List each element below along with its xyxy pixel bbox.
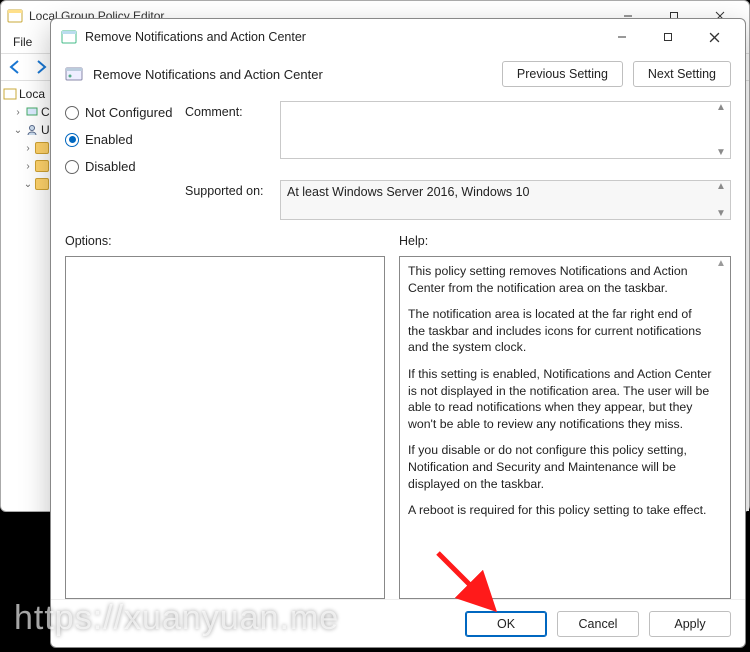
scroll-up-icon: ▲ xyxy=(716,181,726,192)
dialog-maximize-button[interactable] xyxy=(645,21,691,53)
scroll-up-icon: ▲ xyxy=(716,102,726,113)
dialog-header: Remove Notifications and Action Center P… xyxy=(51,55,745,97)
computer-config-icon xyxy=(25,105,39,119)
help-paragraph: This policy setting removes Notification… xyxy=(408,263,712,296)
help-paragraph: If you disable or do not configure this … xyxy=(408,442,712,492)
options-label: Options: xyxy=(65,234,385,248)
dialog-minimize-button[interactable] xyxy=(599,21,645,53)
folder-icon xyxy=(35,142,49,154)
folder-icon xyxy=(35,160,49,172)
user-config-icon xyxy=(25,123,39,137)
help-paragraph: If this setting is enabled, Notification… xyxy=(408,366,712,432)
gpedit-tree[interactable]: Loca ›C ⌄U › › ⌄ xyxy=(1,81,57,511)
policy-dialog: Remove Notifications and Action Center R… xyxy=(50,18,746,648)
scroll-down-icon: ▼ xyxy=(716,208,726,219)
comment-scrollbar[interactable]: ▲▼ xyxy=(712,102,730,158)
radio-dot-icon xyxy=(65,133,79,147)
cancel-button[interactable]: Cancel xyxy=(557,611,639,637)
tree-node-3[interactable]: › xyxy=(3,139,54,157)
tree-node-u[interactable]: ⌄U xyxy=(3,121,54,139)
dialog-title: Remove Notifications and Action Center xyxy=(85,30,306,44)
tree-node-5[interactable]: ⌄ xyxy=(3,175,54,193)
comment-label: Comment: xyxy=(185,101,280,119)
tree-node-c[interactable]: ›C xyxy=(3,103,54,121)
previous-setting-button[interactable]: Previous Setting xyxy=(502,61,623,87)
folder-icon xyxy=(35,178,49,190)
help-label: Help: xyxy=(399,234,731,248)
help-paragraph: A reboot is required for this policy set… xyxy=(408,502,712,519)
ok-button[interactable]: OK xyxy=(465,611,547,637)
radio-dot-icon xyxy=(65,106,79,120)
next-setting-button[interactable]: Next Setting xyxy=(633,61,731,87)
scroll-down-icon: ▼ xyxy=(716,147,726,158)
radio-enabled[interactable]: Enabled xyxy=(65,132,185,147)
policy-icon xyxy=(61,29,77,45)
gpedit-app-icon xyxy=(7,8,23,24)
supported-on-field: At least Windows Server 2016, Windows 10… xyxy=(280,180,731,220)
policy-item-icon xyxy=(65,65,83,83)
forward-icon[interactable] xyxy=(31,58,49,76)
help-panel: This policy setting removes Notification… xyxy=(399,256,731,599)
menu-file[interactable]: File xyxy=(5,33,40,51)
back-icon[interactable] xyxy=(7,58,25,76)
comment-textarea[interactable]: ▲▼ xyxy=(280,101,731,159)
dialog-titlebar: Remove Notifications and Action Center xyxy=(51,19,745,55)
help-paragraph: The notification area is located at the … xyxy=(408,306,712,356)
policy-root-icon xyxy=(3,87,17,101)
radio-dot-icon xyxy=(65,160,79,174)
radio-disabled[interactable]: Disabled xyxy=(65,159,185,174)
supported-label: Supported on: xyxy=(185,180,280,198)
tree-node-4[interactable]: › xyxy=(3,157,54,175)
supported-scrollbar[interactable]: ▲▼ xyxy=(712,181,730,219)
help-scrollbar[interactable]: ▲ xyxy=(712,257,730,598)
dialog-heading: Remove Notifications and Action Center xyxy=(93,67,492,82)
dialog-footer: OK Cancel Apply xyxy=(51,599,745,647)
scroll-up-icon: ▲ xyxy=(716,257,726,271)
options-panel xyxy=(65,256,385,599)
radio-not-configured[interactable]: Not Configured xyxy=(65,105,185,120)
dialog-close-button[interactable] xyxy=(691,21,737,53)
apply-button[interactable]: Apply xyxy=(649,611,731,637)
tree-root[interactable]: Loca xyxy=(3,85,54,103)
